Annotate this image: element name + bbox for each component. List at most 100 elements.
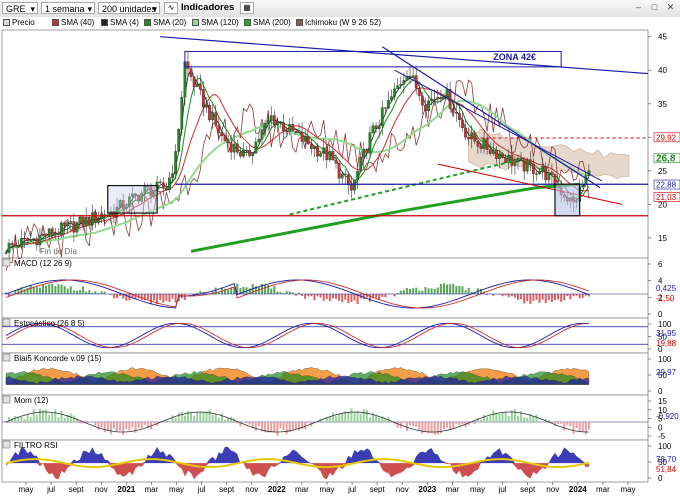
momentum-bar	[294, 422, 297, 430]
candle-body	[229, 142, 233, 153]
momentum-bar	[257, 422, 260, 427]
candle-body	[519, 158, 523, 160]
momentum-bar	[57, 417, 60, 422]
candle-body	[38, 235, 42, 246]
macd-histogram-bar	[57, 284, 60, 294]
panel-tick-label: 6	[658, 260, 663, 269]
momentum-bar	[532, 416, 535, 422]
chevron-down-icon: ▾	[30, 4, 35, 14]
annotation-zona-42: ZONA 42€	[493, 52, 536, 62]
macd-histogram-bar	[338, 294, 341, 301]
macd-histogram-bar	[285, 290, 288, 294]
momentum-bar	[498, 413, 501, 422]
momentum-bar	[23, 419, 26, 422]
candle-body	[294, 130, 298, 133]
candle-body	[421, 95, 424, 106]
momentum-bar	[507, 415, 510, 422]
macd-histogram-bar	[45, 285, 48, 294]
momentum-bar	[122, 422, 125, 436]
momentum-bar	[455, 422, 458, 424]
legend-item-sma40[interactable]: SMA (40)	[52, 18, 94, 28]
ticker-select[interactable]: GRE ▾	[2, 2, 38, 14]
macd-histogram-bar	[384, 294, 387, 298]
macd-histogram-bar	[563, 294, 566, 301]
momentum-bar	[45, 409, 48, 422]
momentum-bar	[5, 422, 7, 424]
period-select[interactable]: 1 semana ▾	[41, 2, 95, 14]
candle-body	[300, 132, 304, 142]
candle-body	[325, 147, 329, 161]
candle-body	[180, 97, 184, 130]
momentum-bar	[285, 422, 288, 435]
legend-swatch	[244, 19, 251, 26]
macd-histogram-bar	[572, 294, 575, 297]
macd-histogram-bar	[171, 294, 174, 299]
candle-body	[411, 75, 415, 78]
momentum-bar	[442, 422, 445, 430]
legend-item-sma4[interactable]: SMA (4)	[101, 18, 139, 28]
maximize-icon[interactable]: □	[648, 2, 661, 14]
momentum-bar	[276, 422, 279, 436]
candle-body	[13, 244, 17, 246]
candle-body	[263, 123, 267, 130]
momentum-bar	[433, 422, 436, 435]
momentum-bar	[279, 422, 282, 429]
candle-body	[334, 159, 338, 164]
macd-histogram-bar	[29, 285, 32, 294]
candle-body	[331, 151, 335, 161]
candle-body	[353, 179, 356, 191]
momentum-bar	[378, 417, 381, 422]
candle-body	[158, 181, 162, 183]
momentum-bar	[489, 415, 492, 422]
macd-histogram-bar	[452, 283, 455, 294]
momentum-bar	[217, 417, 220, 422]
momentum-bar	[578, 422, 581, 433]
momentum-bar	[134, 422, 137, 433]
legend-item-sma200[interactable]: SMA (200)	[244, 18, 291, 28]
candle-body	[7, 243, 11, 253]
minimize-icon[interactable]: –	[632, 2, 645, 14]
indicators-icon[interactable]: ∿	[164, 2, 178, 14]
legend-item-price[interactable]: Precio	[3, 18, 35, 28]
close-icon[interactable]: ✕	[664, 2, 677, 14]
x-tick-label: may	[169, 485, 184, 494]
indicators-button[interactable]: Indicadores	[181, 2, 234, 14]
candle-body	[66, 222, 70, 226]
candle-body	[368, 132, 372, 154]
legend-swatch	[192, 19, 199, 26]
price-tick-label: 40	[658, 66, 667, 75]
candle-body	[343, 173, 347, 176]
legend-item-ichimoku[interactable]: Ichimoku (W 9 26 52)	[296, 18, 381, 28]
panel-tick-label: 100	[658, 320, 672, 329]
chart-area[interactable]: ZONA 42€ 4540353025201529,9226,822,8821,…	[0, 28, 680, 496]
units-select[interactable]: 200 unidades ▾	[98, 2, 160, 14]
momentum-bar	[421, 422, 424, 434]
macd-histogram-bar	[439, 283, 442, 294]
momentum-bar	[97, 422, 100, 430]
momentum-bar	[205, 411, 208, 422]
candle-body	[276, 122, 279, 126]
settings-icon[interactable]: ▦	[240, 2, 254, 14]
macd-histogram-bar	[35, 287, 38, 294]
legend-swatch	[101, 19, 108, 26]
panel-value-label: 31,95	[656, 329, 677, 338]
panel-tick-label: 0	[658, 387, 663, 396]
candle-body	[427, 100, 430, 112]
momentum-bar	[26, 415, 29, 422]
macd-histogram-bar	[347, 294, 350, 304]
macd-histogram-bar	[415, 287, 418, 294]
candle-body	[544, 166, 548, 181]
momentum-bar	[353, 412, 356, 422]
candle-body	[235, 143, 239, 153]
legend-item-sma20[interactable]: SMA (20)	[144, 18, 186, 28]
candle-body	[495, 150, 498, 159]
candle-body	[584, 175, 588, 185]
macd-histogram-bar	[449, 284, 452, 294]
momentum-bar	[335, 416, 338, 422]
x-tick-label: may	[319, 485, 334, 494]
legend-item-sma120[interactable]: SMA (120)	[192, 18, 239, 28]
macd-histogram-bar	[94, 291, 97, 294]
momentum-bar	[483, 414, 486, 422]
candle-body	[186, 61, 190, 69]
legend-label: Ichimoku (W 9 26 52)	[305, 18, 382, 27]
